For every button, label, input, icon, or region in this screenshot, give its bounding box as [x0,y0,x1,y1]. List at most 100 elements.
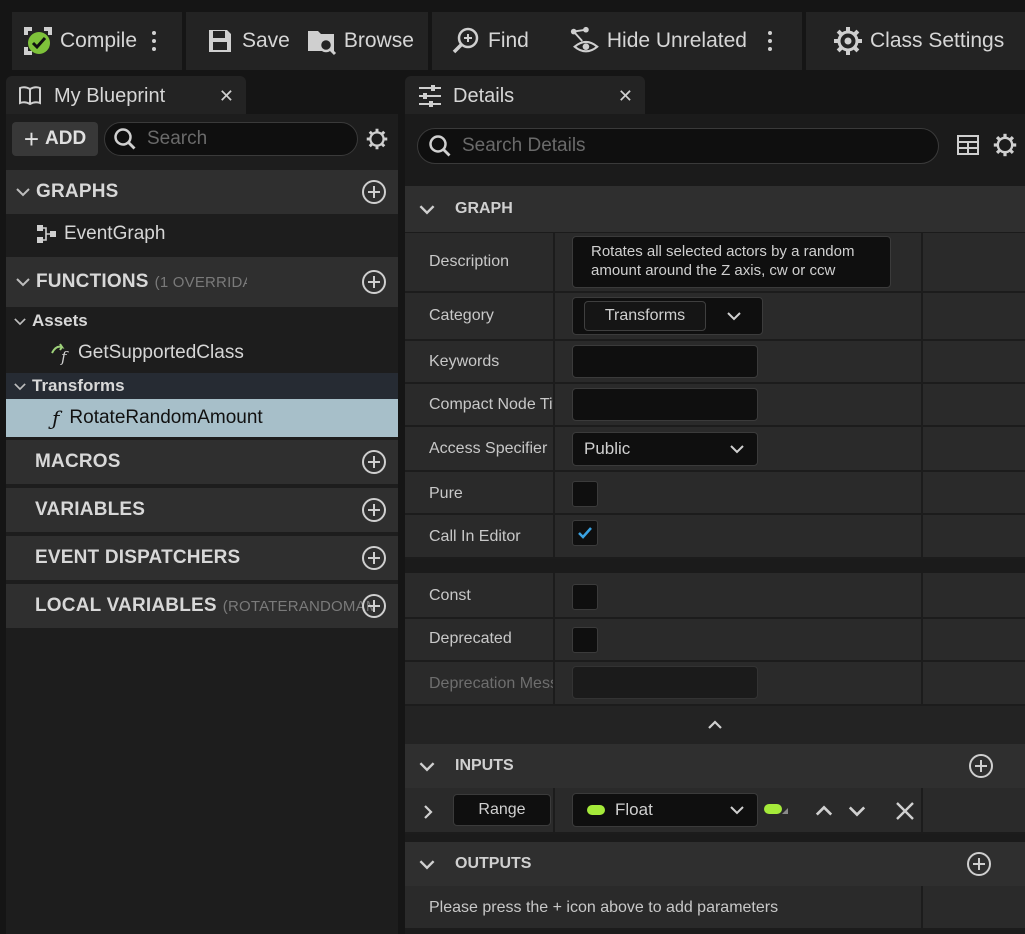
input-param-type-dropdown[interactable]: Float [572,793,758,827]
variables-section-header[interactable]: VARIABLES [6,488,398,532]
add-variable-icon[interactable] [362,498,386,522]
call-in-editor-label: Call In Editor [429,528,521,545]
list-item-rotaterandomamount-selected[interactable]: ƒ RotateRandomAmount [6,399,398,437]
outputs-hint: Please press the + icon above to add par… [429,899,779,916]
compile-button[interactable]: Compile [12,21,145,61]
access-specifier-dropdown[interactable]: Public [572,432,758,466]
compact-node-title-input[interactable] [572,388,758,421]
browse-button[interactable]: Browse [298,21,422,61]
const-checkbox[interactable] [572,584,598,610]
hide-unrelated-button[interactable]: Hide Unrelated [561,21,755,61]
add-graph-icon[interactable] [362,180,386,204]
local-variables-scope: (ROTATERANDOMAMOUNT) [222,597,373,615]
save-icon [204,25,236,57]
plus-icon: + [23,124,39,154]
description-row: Description Rotates all selected actors … [405,233,1025,293]
event-graph-icon [36,224,58,244]
find-icon [450,25,482,57]
compile-options-icon[interactable] [145,23,163,59]
container-type-icon[interactable] [764,804,788,814]
remove-param-icon[interactable] [895,801,915,821]
outputs-hint-row: Please press the + icon above to add par… [405,886,1025,930]
category-transforms-label: Transforms [32,376,125,395]
category-label: Category [429,307,494,324]
call-in-editor-checkbox[interactable] [572,520,598,546]
close-icon[interactable]: ✕ [219,86,234,107]
deprecation-message-label: Deprecation Message [429,675,553,692]
category-value-field[interactable]: Transforms [584,301,706,331]
inputs-section-header[interactable]: INPUTS [405,744,1025,788]
details-search-input[interactable]: Search Details [417,128,939,164]
add-local-variable-icon[interactable] [362,594,386,618]
details-sliders-icon [417,84,443,108]
property-matrix-icon[interactable] [957,134,979,156]
event-dispatchers-section-header[interactable]: EVENT DISPATCHERS [6,536,398,580]
access-specifier-value: Public [584,439,631,458]
compile-status-icon [22,25,54,57]
pure-checkbox[interactable] [572,481,598,507]
list-item-getsupportedclass[interactable]: f GetSupportedClass [50,339,244,367]
keywords-input[interactable] [572,345,758,378]
input-param-type: Float [615,800,653,819]
chevron-down-icon [419,859,441,870]
hide-unrelated-label: Hide Unrelated [606,29,747,52]
add-button[interactable]: + ADD [12,122,98,156]
add-output-icon[interactable] [967,852,991,876]
category-combo[interactable]: Transforms [572,297,763,335]
save-browse-group: Save Browse [186,12,428,70]
close-icon[interactable]: ✕ [618,86,633,107]
save-button[interactable]: Save [186,21,298,61]
move-up-icon[interactable] [815,805,833,817]
blueprint-search-input[interactable]: Search [104,122,358,156]
graphs-section-header[interactable]: GRAPHS [6,170,398,214]
compact-node-title-row: Compact Node Title [405,384,1025,427]
chevron-down-icon [16,187,34,197]
move-down-icon[interactable] [848,805,866,817]
chevron-down-icon [729,444,745,454]
find-button[interactable]: Find [432,21,537,61]
chevron-right-icon[interactable] [423,804,433,820]
find-label: Find [488,29,529,52]
input-param-name: Range [478,801,526,818]
compile-label: Compile [60,29,138,52]
chevron-down-icon [419,761,441,772]
browse-label: Browse [343,29,414,52]
category-transforms[interactable]: Transforms [6,373,398,399]
outputs-section-header[interactable]: OUTPUTS [405,842,1025,886]
category-assets[interactable]: Assets [6,308,398,334]
checkmark-icon [578,527,592,539]
browse-icon [306,25,338,57]
pure-label: Pure [429,485,463,502]
functions-section-header[interactable]: FUNCTIONS (1 OVERRIDABLE) [6,257,398,307]
collapse-advanced-button[interactable] [405,706,1025,744]
tab-details[interactable]: Details ✕ [405,76,645,116]
pure-row: Pure [405,472,1025,515]
tab-my-blueprint[interactable]: My Blueprint ✕ [6,76,246,116]
deprecated-checkbox[interactable] [572,627,598,653]
graph-section-header[interactable]: GRAPH [405,186,1025,232]
chevron-down-icon[interactable] [726,311,742,321]
hide-unrelated-options-icon[interactable] [761,23,779,59]
add-event-dispatcher-icon[interactable] [362,546,386,570]
local-variables-section-header[interactable]: LOCAL VARIABLES (ROTATERANDOMAMOUNT) [6,584,398,628]
blueprint-settings-gear-icon[interactable] [366,128,388,150]
access-specifier-row: Access Specifier Public [405,427,1025,472]
chevron-down-icon [729,805,745,815]
keywords-label: Keywords [429,353,500,370]
add-macro-icon[interactable] [362,450,386,474]
add-function-icon[interactable] [362,270,386,294]
input-param-name-field[interactable]: Range [453,794,551,826]
add-input-icon[interactable] [969,754,993,778]
description-label: Description [429,253,510,270]
list-item-eventgraph[interactable]: EventGraph [36,220,165,248]
call-in-editor-row: Call In Editor [405,515,1025,559]
class-settings-button[interactable]: Class Settings [806,21,1012,61]
compile-group: Compile [12,12,182,70]
details-settings-gear-icon[interactable] [993,133,1017,157]
description-field[interactable]: Rotates all selected actors by a random … [572,236,891,288]
access-specifier-label: Access Specifier [429,440,548,457]
macros-section-header[interactable]: MACROS [6,440,398,484]
functions-label: FUNCTIONS [36,271,149,292]
search-icon [113,127,137,151]
deprecated-label: Deprecated [429,630,512,647]
